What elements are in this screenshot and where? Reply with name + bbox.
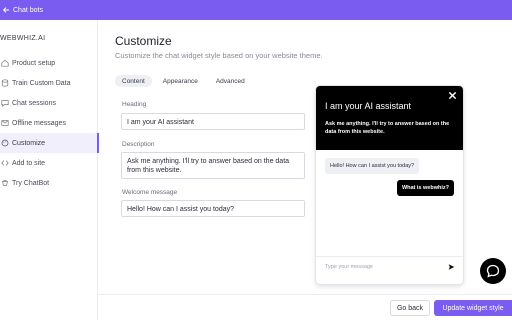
close-icon[interactable] xyxy=(448,91,457,100)
sidebar-item-label: Product setup xyxy=(12,59,56,67)
brand-logo-text: WEBWHIZ.AI xyxy=(0,35,46,42)
sidebar-item-label: Offline messages xyxy=(12,119,66,127)
heading-input[interactable]: I am your AI assistant xyxy=(121,113,305,130)
sidebar-item-offline-messages[interactable]: Offline messages xyxy=(0,113,98,133)
sidebar-item-customize[interactable]: Customize xyxy=(0,133,99,153)
sidebar-item-chat-sessions[interactable]: Chat sessions xyxy=(0,93,98,113)
page-subtitle: Customize the chat widget style based on… xyxy=(115,51,323,60)
update-widget-style-button[interactable]: Update widget style xyxy=(434,300,512,316)
sidebar-item-label: Train Custom Data xyxy=(12,79,71,87)
page-title: Customize xyxy=(115,34,172,48)
go-back-button[interactable]: Go back xyxy=(390,300,430,316)
top-bar: Chat bots xyxy=(0,0,512,20)
widget-description: Ask me anything. I'll try to answer base… xyxy=(325,121,450,135)
arrow-left-icon xyxy=(2,7,10,13)
description-label: Description xyxy=(122,141,155,148)
chat-launcher-button[interactable] xyxy=(480,258,506,284)
chat-icon xyxy=(0,99,9,108)
chat-widget-preview: I am your AI assistant Ask me anything. … xyxy=(316,86,463,284)
tab-advanced[interactable]: Advanced xyxy=(209,75,252,87)
sidebar-item-train-custom-data[interactable]: Train Custom Data xyxy=(0,73,98,93)
back-to-chatbots-link[interactable]: Chat bots xyxy=(2,6,43,14)
back-link-label: Chat bots xyxy=(13,6,43,14)
sidebar-item-product-setup[interactable]: Product setup xyxy=(0,53,98,73)
code-icon xyxy=(0,159,9,168)
widget-input-row: Type your message xyxy=(316,256,463,278)
sidebar-item-add-to-site[interactable]: Add to site xyxy=(0,153,98,173)
palette-icon xyxy=(0,139,9,148)
bot-message-bubble: Hello! How can I assist you today? xyxy=(325,158,420,174)
tab-bar: Content Appearance Advanced xyxy=(115,75,252,87)
sidebar-item-try-chatbot[interactable]: Try ChatBot xyxy=(0,173,98,193)
welcome-message-input[interactable]: Hello! How can I assist you today? xyxy=(121,200,305,217)
bot-icon xyxy=(0,179,9,188)
mail-icon xyxy=(0,119,9,128)
sidebar: WEBWHIZ.AI Product setup Train Custom Da… xyxy=(0,20,99,320)
sidebar-item-label: Add to site xyxy=(12,159,46,167)
description-textarea[interactable]: Ask me anything. I'll try to answer base… xyxy=(121,152,305,179)
home-icon xyxy=(0,59,9,68)
widget-message-input[interactable]: Type your message xyxy=(325,264,373,270)
widget-heading: I am your AI assistant xyxy=(325,101,412,111)
sidebar-item-label: Try ChatBot xyxy=(12,179,50,187)
database-icon xyxy=(0,79,9,88)
welcome-message-label: Welcome message xyxy=(122,189,178,196)
tab-content[interactable]: Content xyxy=(115,75,152,87)
sidebar-item-label: Customize xyxy=(12,139,46,147)
chat-bubble-icon xyxy=(486,264,500,278)
user-message-bubble: What is webwhiz? xyxy=(396,180,454,196)
send-icon[interactable] xyxy=(448,263,455,271)
heading-label: Heading xyxy=(122,101,147,108)
widget-header: I am your AI assistant Ask me anything. … xyxy=(316,86,463,150)
sidebar-item-label: Chat sessions xyxy=(12,99,56,107)
tab-appearance[interactable]: Appearance xyxy=(156,75,205,87)
sidebar-nav: Product setup Train Custom Data Chat ses… xyxy=(0,53,99,193)
